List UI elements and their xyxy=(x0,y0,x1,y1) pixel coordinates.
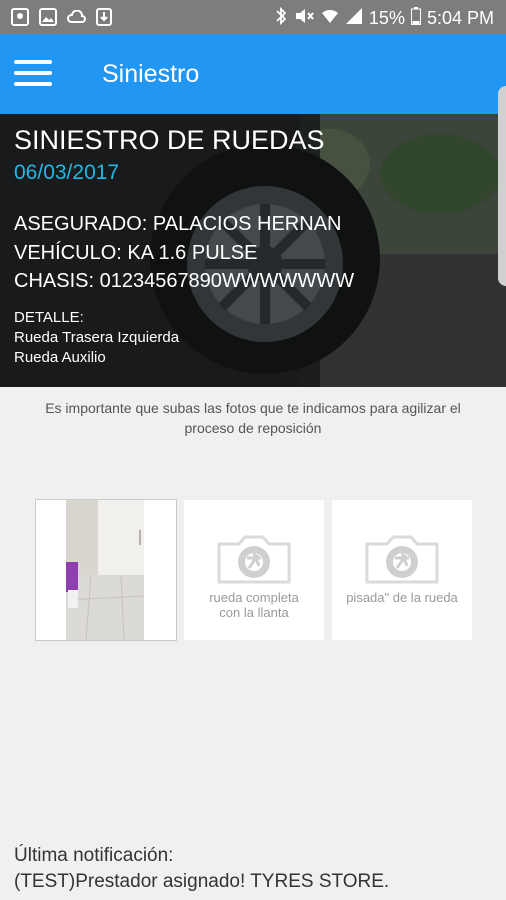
photo-caption: pisada" de la rueda xyxy=(346,590,458,605)
photo-slot-uploaded[interactable] xyxy=(36,500,176,641)
photo-slot-tread[interactable]: pisada" de la rueda xyxy=(332,500,472,640)
status-bar: 15% 5:04 PM xyxy=(0,0,506,34)
notification-label: Última notificación: xyxy=(14,845,174,866)
download-icon xyxy=(94,7,114,27)
detail-label: DETALLE: xyxy=(14,309,84,326)
vehicle-info: VEHÍCULO: KA 1.6 PULSE xyxy=(14,242,258,264)
upload-instructions: Es importante que subas las fotos que te… xyxy=(45,400,461,436)
insured-name: ASEGURADO: PALACIOS HERNAN xyxy=(14,213,342,235)
photo-slot-full-wheel[interactable]: rueda completa con la llanta xyxy=(184,500,324,640)
claim-header: SINIESTRO DE RUEDAS 06/03/2017 ASEGURADO… xyxy=(0,114,506,387)
detail-item: Rueda Trasera Izquierda xyxy=(14,329,180,346)
claim-date: 06/03/2017 xyxy=(14,161,120,184)
cloud-icon xyxy=(66,7,86,27)
camera-icon xyxy=(365,535,439,584)
clock: 5:04 PM xyxy=(426,8,494,28)
battery-percent: 15% xyxy=(368,8,405,28)
photo-slots: rueda completa con la llanta pisada" de … xyxy=(36,500,472,641)
page-title: Siniestro xyxy=(102,60,200,88)
drawer-edge-handle[interactable] xyxy=(498,86,506,286)
photo-caption: rueda completa xyxy=(209,590,299,605)
battery-icon xyxy=(410,7,421,30)
photo-caption: con la llanta xyxy=(219,605,289,620)
uploaded-photo-thumbnail xyxy=(36,500,176,641)
wifi-icon xyxy=(321,7,339,30)
claim-title: SINIESTRO DE RUEDAS xyxy=(14,125,325,155)
chassis-info: CHASIS: 01234567890WWWWWWW xyxy=(14,270,355,292)
signal-icon xyxy=(345,7,363,30)
notification-message: (TEST)Prestador asignado! TYRES STORE. xyxy=(14,871,390,892)
hamburger-menu-icon[interactable] xyxy=(14,56,54,90)
last-notification: Última notificación: (TEST)Prestador asi… xyxy=(14,843,389,895)
photo-icon xyxy=(10,7,30,27)
app-bar: Siniestro xyxy=(0,34,506,114)
mute-icon xyxy=(293,6,315,31)
detail-item: Rueda Auxilio xyxy=(14,349,106,366)
camera-icon xyxy=(217,535,291,584)
bluetooth-icon xyxy=(275,6,287,31)
gallery-icon xyxy=(38,7,58,27)
